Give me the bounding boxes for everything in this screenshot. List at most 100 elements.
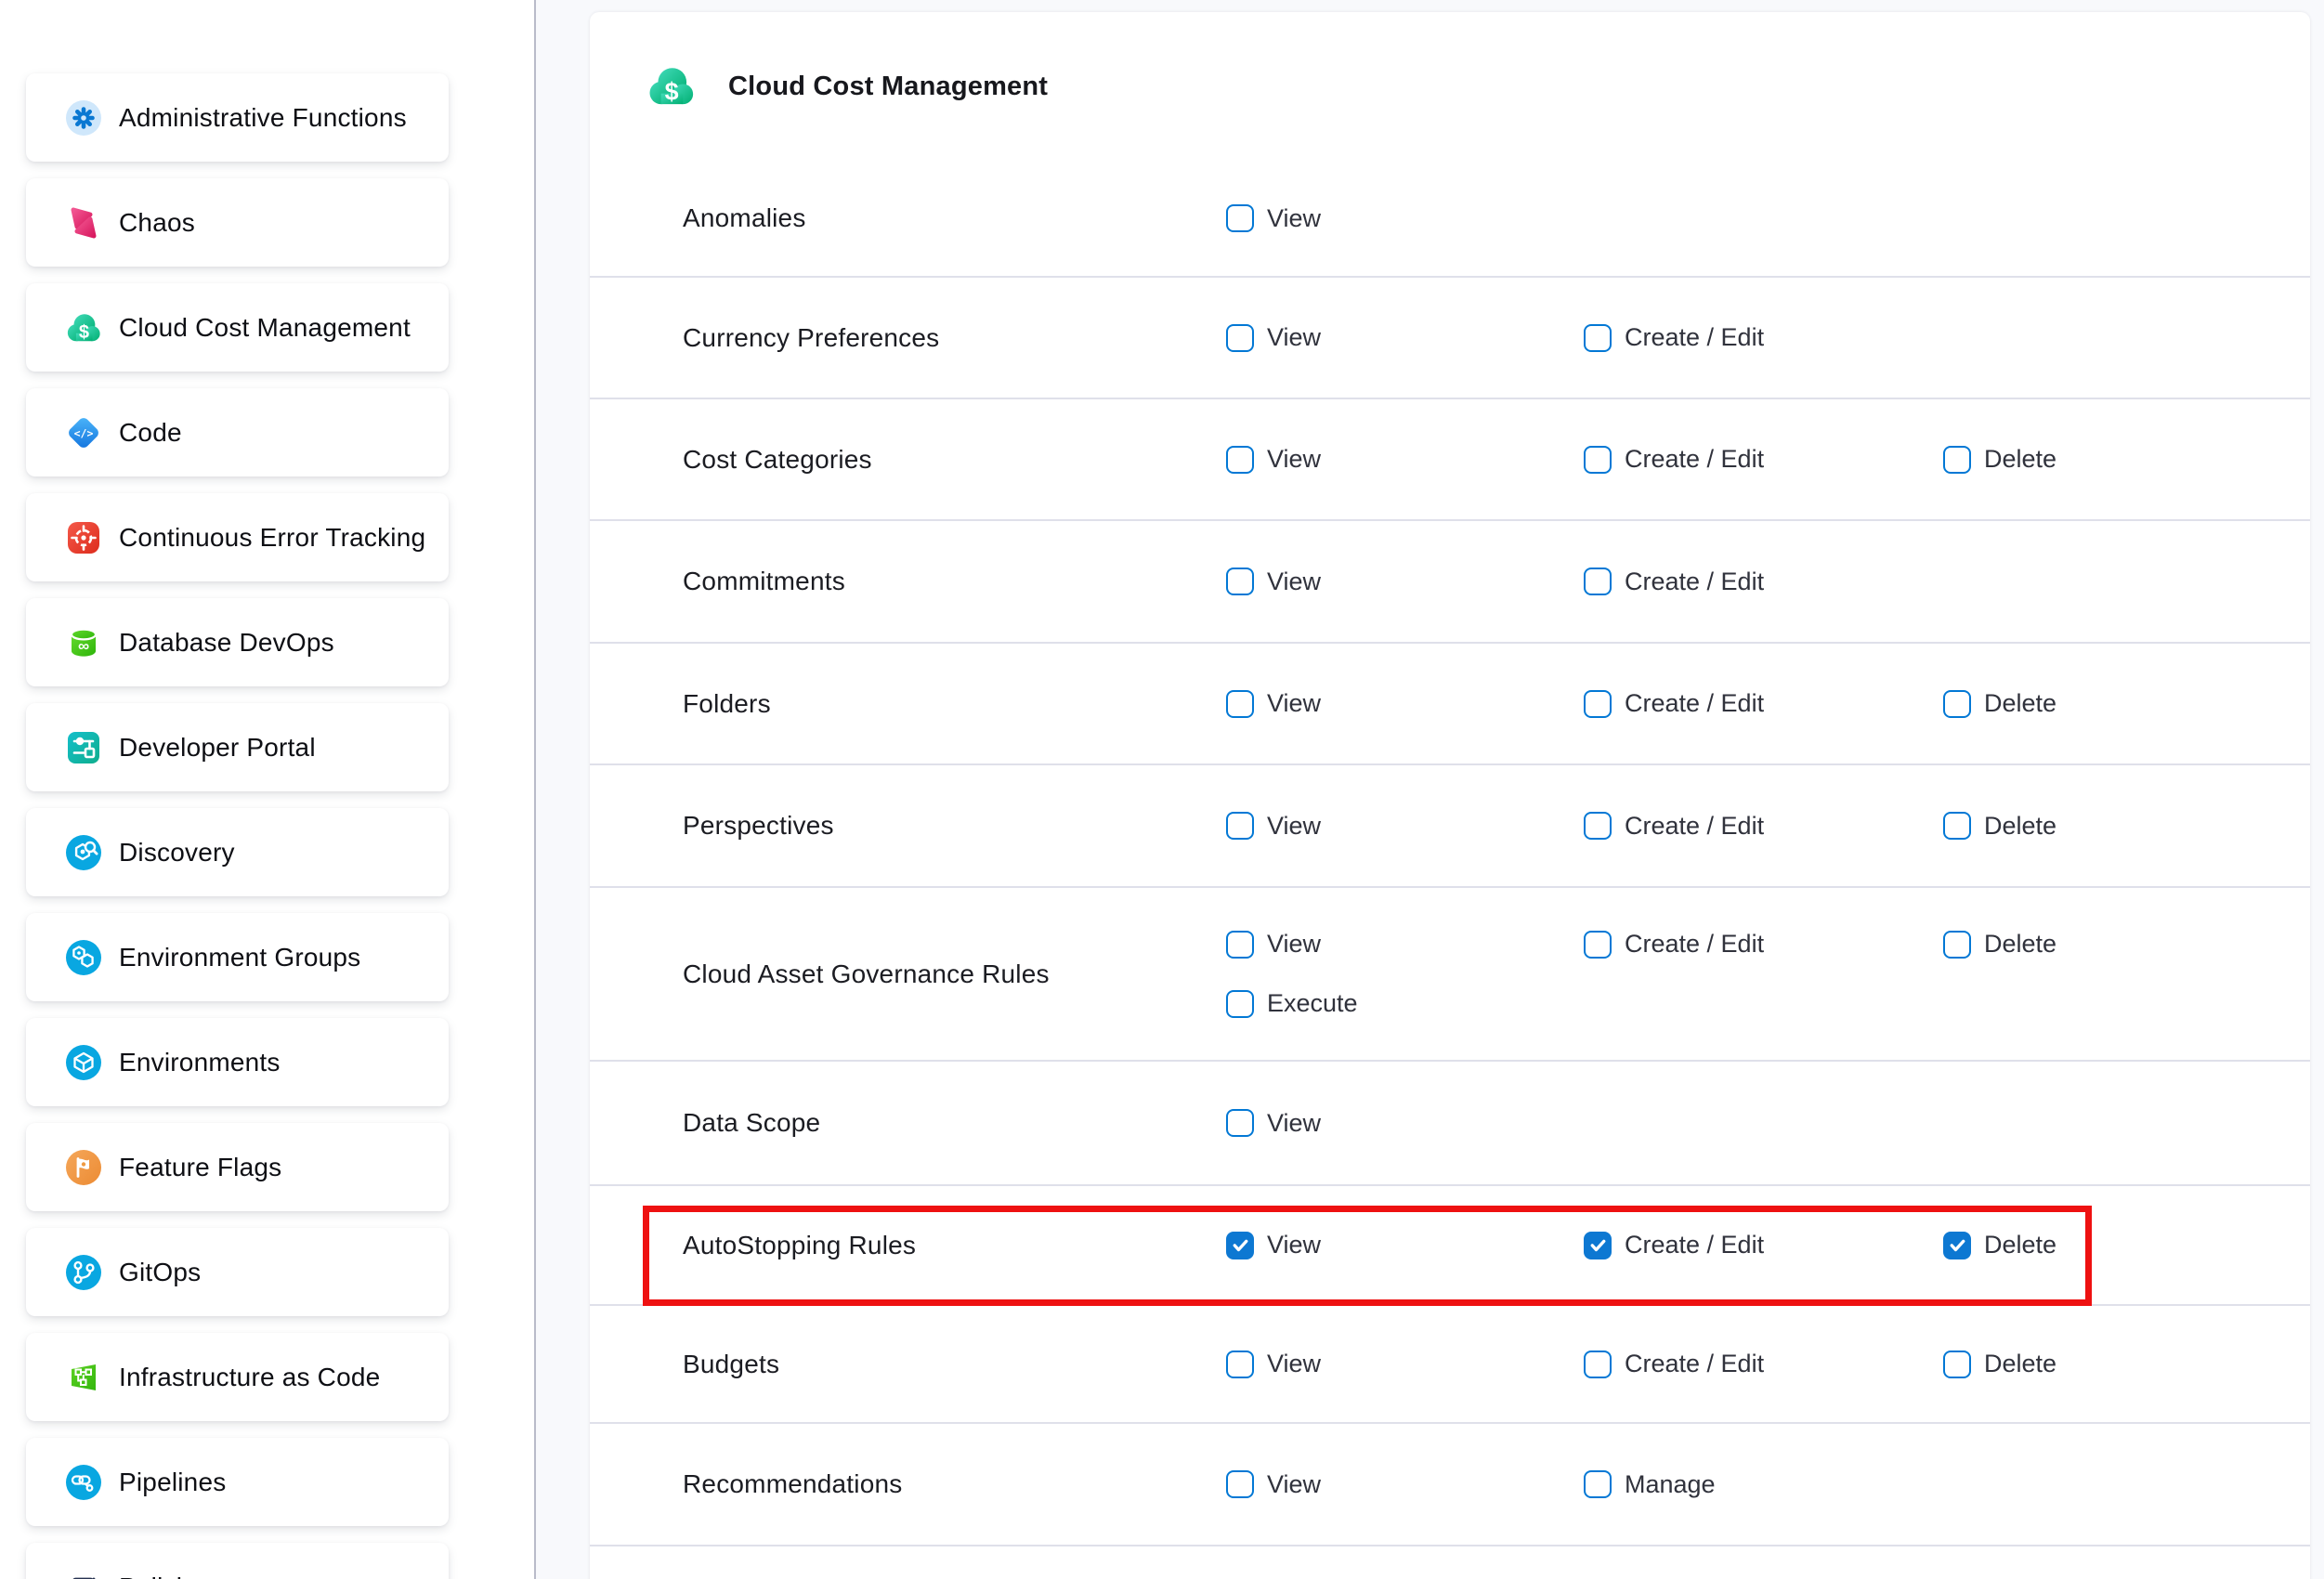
checkbox-delete[interactable] [1943,1351,1971,1378]
permission-view[interactable]: View [1226,445,1584,474]
sidebar-item-label: Continuous Error Tracking [119,523,425,553]
permission-label: Create / Edit [1625,689,1764,718]
sidebar-item-label: Infrastructure as Code [119,1363,380,1392]
checkbox-view[interactable] [1226,812,1254,840]
permission-column-2: Create / Edit [1584,689,1943,718]
permission-label: View [1267,1470,1321,1499]
checkbox-create-edit[interactable] [1584,568,1612,595]
chaos-pinwheel-icon [65,204,102,241]
permission-create-edit[interactable]: Create / Edit [1584,1231,1943,1259]
resource-label: Anomalies [683,203,1226,233]
permission-column-1: View [1226,1109,1584,1138]
checkbox-create-edit[interactable] [1584,1351,1612,1378]
sidebar-item-gitops[interactable]: GitOps [26,1228,449,1316]
permission-view[interactable]: View [1226,1350,1584,1378]
checkbox-view[interactable] [1226,931,1254,959]
permission-view[interactable]: View [1226,1470,1584,1499]
checkbox-view[interactable] [1226,1470,1254,1498]
sidebar-item-feature-flags[interactable]: Feature Flags [26,1123,449,1211]
sidebar-item-chaos[interactable]: Chaos [26,178,449,267]
permission-view[interactable]: View [1226,930,1321,959]
sidebar-item-database-devops[interactable]: ∞Database DevOps [26,598,449,686]
permission-delete[interactable]: Delete [1943,1231,2310,1259]
permission-row-cloud-asset-governance-rules: Cloud Asset Governance RulesViewExecuteC… [590,888,2310,1062]
permission-create-edit[interactable]: Create / Edit [1584,1350,1943,1378]
sidebar-item-infrastructure-as-code[interactable]: Infrastructure as Code [26,1333,449,1421]
checkbox-execute[interactable] [1226,990,1254,1018]
permission-label: Delete [1984,812,2056,841]
error-target-icon [65,519,102,556]
checkbox-create-edit[interactable] [1584,931,1612,959]
checkbox-view[interactable] [1226,690,1254,718]
sidebar-item-discovery[interactable]: Discovery [26,808,449,896]
checkbox-view[interactable] [1226,1351,1254,1378]
permission-column-3: Delete [1943,1350,2310,1378]
permission-create-edit[interactable]: Create / Edit [1584,689,1943,718]
permission-create-edit[interactable]: Create / Edit [1584,930,1764,959]
sidebar-item-code[interactable]: </>Code [26,388,449,476]
permission-delete[interactable]: Delete [1943,930,2056,959]
permission-view[interactable]: View [1226,1109,1584,1138]
sidebar-item-pipelines[interactable]: Pipelines [26,1438,449,1526]
checkbox-view[interactable] [1226,324,1254,352]
permission-label: Create / Edit [1625,930,1764,959]
checkbox-create-edit[interactable] [1584,446,1612,474]
sidebar-item-administrative-functions[interactable]: Administrative Functions [26,73,449,162]
permission-view[interactable]: View [1226,323,1584,352]
checkbox-create-edit[interactable] [1584,324,1612,352]
permission-create-edit[interactable]: Create / Edit [1584,812,1943,841]
svg-text:$: $ [665,78,679,106]
permission-label: View [1267,930,1321,959]
permission-label: View [1267,204,1321,233]
permission-create-edit[interactable]: Create / Edit [1584,445,1943,474]
permission-column-1: View Execute [1226,915,1584,1034]
permission-label: View [1267,689,1321,718]
checkbox-view[interactable] [1226,204,1254,232]
permission-column-2: Create / Edit [1584,915,1943,1034]
checkbox-delete[interactable] [1943,690,1971,718]
checkbox-create-edit[interactable] [1584,812,1612,840]
resource-label: Data Scope [683,1108,1226,1138]
sidebar-item-label: Administrative Functions [119,103,407,133]
svg-text:∞: ∞ [78,637,89,655]
permission-view[interactable]: View [1226,1231,1584,1259]
permission-column-3: Delete [1943,812,2310,841]
permission-create-edit[interactable]: Create / Edit [1584,323,1943,352]
permission-create-edit[interactable]: Create / Edit [1584,568,1943,596]
checkbox-delete[interactable] [1943,446,1971,474]
sidebar-item-policies[interactable]: Policies [26,1543,449,1579]
permission-row-commitments: CommitmentsViewCreate / Edit [590,521,2310,644]
permission-column-1: View [1226,812,1584,841]
permission-column-1: View [1226,568,1584,596]
checkbox-view[interactable] [1226,568,1254,595]
permission-view[interactable]: View [1226,689,1584,718]
checkbox-delete[interactable] [1943,931,1971,959]
permission-delete[interactable]: Delete [1943,445,2310,474]
sidebar-item-label: Cloud Cost Management [119,313,411,343]
permission-label: View [1267,1231,1321,1259]
permission-delete[interactable]: Delete [1943,812,2310,841]
permission-view[interactable]: View [1226,204,1584,233]
sidebar-item-cloud-cost-management[interactable]: $Cloud Cost Management [26,283,449,372]
checkbox-view[interactable] [1226,1232,1254,1259]
sidebar-item-environments[interactable]: Environments [26,1018,449,1106]
checkbox-create-edit[interactable] [1584,1232,1612,1259]
sidebar-item-environment-groups[interactable]: Environment Groups [26,913,449,1001]
permission-column-2: Create / Edit [1584,323,1943,352]
sidebar-item-label: Developer Portal [119,733,316,763]
resource-label: Folders [683,689,1226,719]
sidebar-item-continuous-error-tracking[interactable]: Continuous Error Tracking [26,493,449,581]
checkbox-view[interactable] [1226,1109,1254,1137]
checkbox-delete[interactable] [1943,1232,1971,1259]
checkbox-manage[interactable] [1584,1470,1612,1498]
permission-view[interactable]: View [1226,568,1584,596]
permission-execute[interactable]: Execute [1226,989,1358,1018]
permission-manage[interactable]: Manage [1584,1470,1943,1499]
permission-delete[interactable]: Delete [1943,689,2310,718]
permission-delete[interactable]: Delete [1943,1350,2310,1378]
checkbox-delete[interactable] [1943,812,1971,840]
checkbox-create-edit[interactable] [1584,690,1612,718]
sidebar-item-developer-portal[interactable]: Developer Portal [26,703,449,791]
permission-view[interactable]: View [1226,812,1584,841]
checkbox-view[interactable] [1226,446,1254,474]
